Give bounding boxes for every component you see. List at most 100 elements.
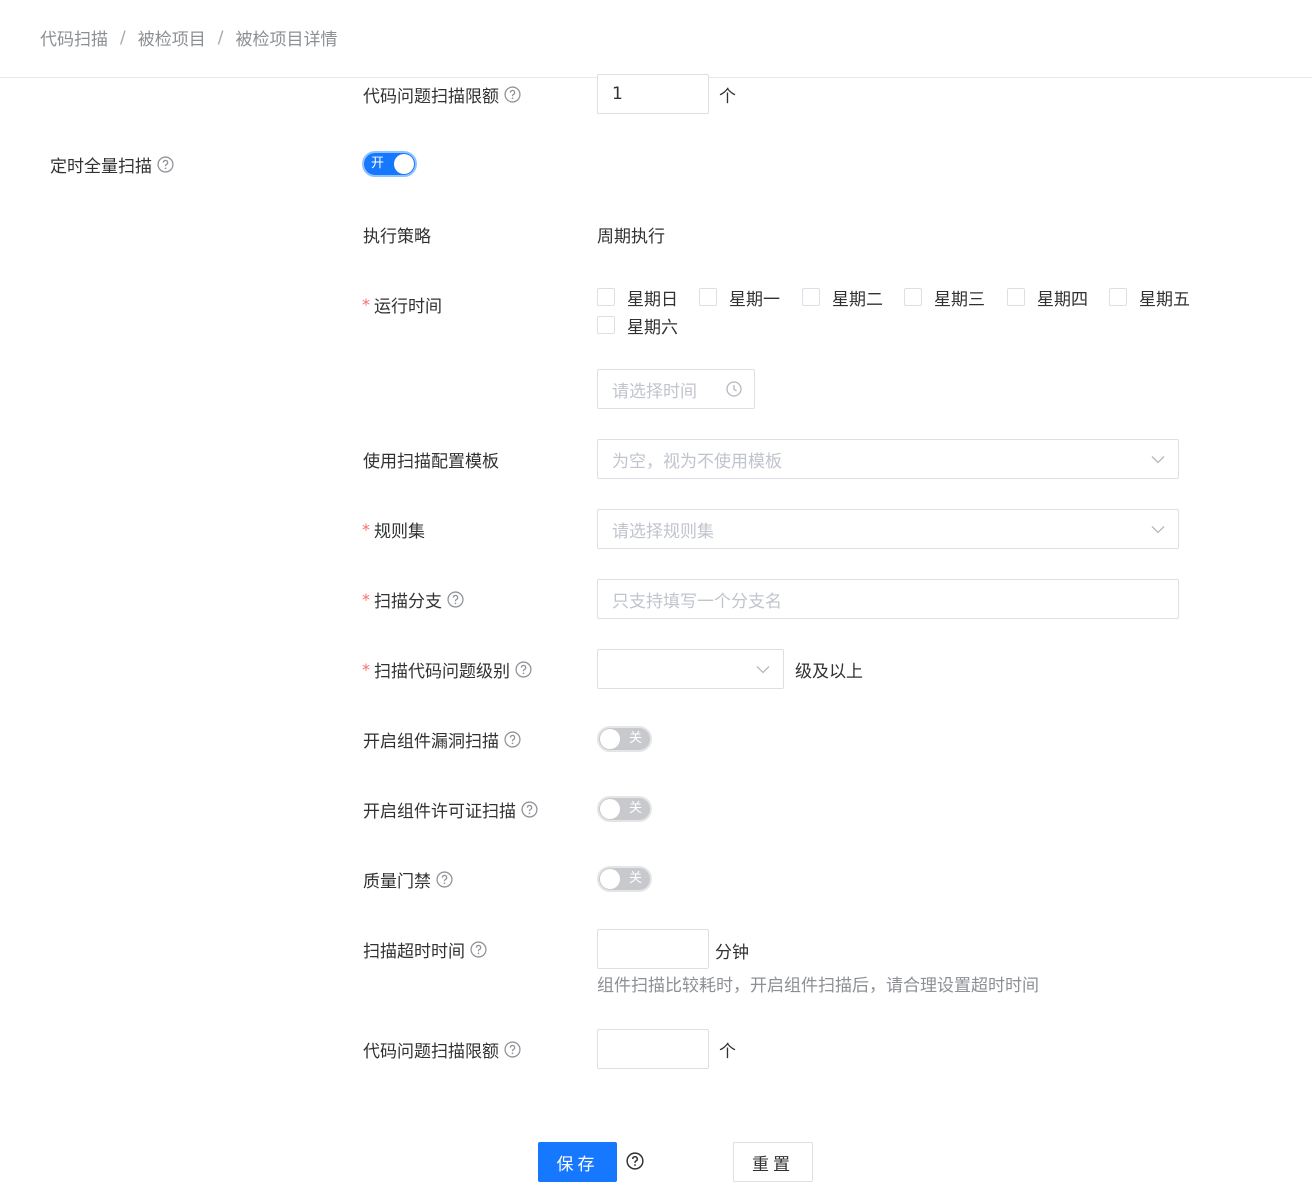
timeout-label-text: 扫描超时时间 [363,941,465,962]
license-scan-label: 开启组件许可证扫描 [363,797,538,822]
checkbox-box[interactable] [597,288,615,306]
day-label: 星期一 [729,289,780,310]
top-quota-label: 代码问题扫描限额 [363,82,521,107]
ruleset-select[interactable]: 请选择规则集 [597,509,1179,549]
vuln-scan-label-text: 开启组件漏洞扫描 [363,731,499,752]
day-label: 星期五 [1139,289,1190,310]
branch-label-text: 扫描分支 [374,591,442,612]
branch-placeholder: 只支持填写一个分支名 [612,591,782,612]
bottom-quota-input[interactable] [597,1029,709,1069]
branch-input[interactable]: 只支持填写一个分支名 [597,579,1179,619]
top-quota-unit: 个 [719,86,736,107]
required-asterisk: * [362,294,370,314]
quality-gate-label-text: 质量门禁 [363,871,431,892]
toggle-text: 关 [628,731,642,746]
question-circle-icon[interactable] [626,1152,644,1170]
question-circle-icon[interactable] [504,730,521,748]
bottom-quota-label-text: 代码问题扫描限额 [363,1041,499,1062]
checkbox-box[interactable] [597,316,615,334]
breadcrumb-separator: / [217,27,224,48]
checkbox-box[interactable] [904,288,922,306]
required-asterisk: * [362,589,370,609]
toggle-knob [394,154,414,174]
clock-icon [726,381,742,397]
branch-label: * 扫描分支 [362,587,464,612]
checkbox-box[interactable] [1109,288,1127,306]
question-circle-icon[interactable] [504,85,521,103]
day-label: 星期二 [832,289,883,310]
breadcrumb: 代码扫描 / 被检项目 / 被检项目详情 [40,25,338,51]
day-label: 星期四 [1037,289,1088,310]
day-checkbox-monday[interactable]: 星期一 [699,286,780,310]
timeout-input[interactable] [597,929,709,969]
ruleset-placeholder: 请选择规则集 [612,521,714,542]
day-label: 星期六 [627,317,678,338]
timeout-unit: 分钟 [715,942,749,963]
question-circle-icon[interactable] [521,800,538,818]
template-placeholder: 为空，视为不使用模板 [612,451,782,472]
question-circle-icon[interactable] [515,660,532,678]
breadcrumb-item-projects[interactable]: 被检项目 [138,25,206,50]
checkbox-box[interactable] [699,288,717,306]
scheduled-scan-label-text: 定时全量扫描 [50,156,152,177]
toggle-text: 关 [628,871,642,886]
issue-level-label: * 扫描代码问题级别 [362,657,532,682]
day-label: 星期日 [627,289,678,310]
day-checkbox-saturday[interactable]: 星期六 [597,314,678,338]
breadcrumb-separator: / [120,27,126,48]
day-checkbox-friday[interactable]: 星期五 [1109,286,1190,310]
question-circle-icon[interactable] [470,940,487,958]
question-circle-icon[interactable] [504,1040,521,1058]
toggle-text: 关 [628,801,642,816]
required-asterisk: * [362,659,370,679]
quality-gate-toggle[interactable]: 关 [597,866,652,892]
vuln-scan-label: 开启组件漏洞扫描 [363,727,521,752]
save-button[interactable]: 保存 [538,1142,617,1182]
question-circle-icon[interactable] [157,155,174,173]
day-checkbox-tuesday[interactable]: 星期二 [802,286,883,310]
run-time-label-text: 运行时间 [374,296,442,317]
reset-button[interactable]: 重置 [733,1142,813,1182]
license-scan-toggle[interactable]: 关 [597,796,652,822]
day-checkbox-thursday[interactable]: 星期四 [1007,286,1088,310]
strategy-label: 执行策略 [363,226,431,247]
toggle-knob [600,799,620,819]
timeout-label: 扫描超时时间 [363,937,487,962]
strategy-value: 周期执行 [597,226,665,247]
breadcrumb-item-project-detail: 被检项目详情 [235,30,338,50]
ruleset-label-text: 规则集 [374,521,425,542]
day-checkbox-wednesday[interactable]: 星期三 [904,286,985,310]
time-picker-placeholder: 请选择时间 [612,381,697,402]
chevron-down-icon [756,666,770,674]
issue-level-label-text: 扫描代码问题级别 [374,661,510,682]
timeout-hint: 组件扫描比较耗时，开启组件扫描后，请合理设置超时时间 [597,976,1039,996]
top-quota-label-text: 代码问题扫描限额 [363,86,499,107]
day-checkbox-sunday[interactable]: 星期日 [597,286,678,310]
top-quota-input[interactable]: 1 [597,74,709,114]
chevron-down-icon [1151,456,1165,464]
issue-level-suffix: 级及以上 [795,661,863,682]
toggle-text: 开 [371,156,385,171]
chevron-down-icon [1151,526,1165,534]
question-circle-icon[interactable] [447,590,464,608]
bottom-quota-unit: 个 [719,1041,736,1062]
question-circle-icon[interactable] [436,870,453,888]
template-label: 使用扫描配置模板 [363,451,499,472]
ruleset-label: * 规则集 [362,517,425,542]
quality-gate-label: 质量门禁 [363,867,453,892]
day-label: 星期三 [934,289,985,310]
scheduled-scan-label: 定时全量扫描 [50,152,174,177]
checkbox-box[interactable] [1007,288,1025,306]
run-time-label: * 运行时间 [362,292,442,317]
vuln-scan-toggle[interactable]: 关 [597,726,652,752]
required-asterisk: * [362,519,370,539]
issue-level-select[interactable] [597,649,784,689]
toggle-knob [600,869,620,889]
top-quota-value: 1 [612,84,623,104]
time-picker-input[interactable]: 请选择时间 [597,369,755,409]
breadcrumb-item-code-scan[interactable]: 代码扫描 [40,25,108,50]
template-select[interactable]: 为空，视为不使用模板 [597,439,1179,479]
scheduled-scan-toggle[interactable]: 开 [362,151,417,177]
bottom-quota-label: 代码问题扫描限额 [363,1037,521,1062]
checkbox-box[interactable] [802,288,820,306]
